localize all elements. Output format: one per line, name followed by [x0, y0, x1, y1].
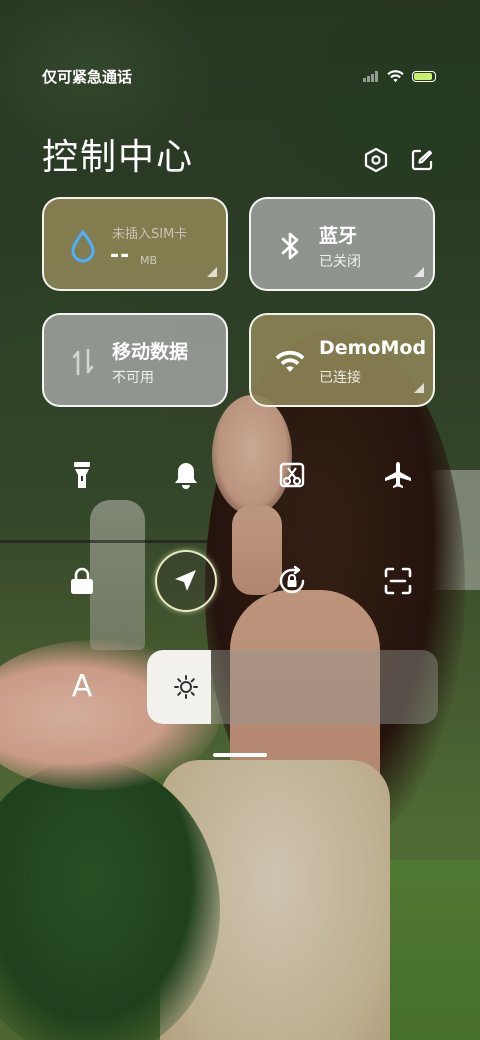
data-usage-unit: MB	[140, 254, 158, 267]
lock-icon	[71, 567, 93, 594]
location-toggle[interactable]	[155, 550, 217, 612]
expand-corner-icon	[414, 267, 424, 277]
flashlight-icon	[74, 462, 90, 488]
location-icon	[175, 570, 196, 591]
mobile-data-title: 移动数据	[112, 341, 189, 363]
edit-button[interactable]	[406, 144, 438, 176]
screenshot-toggle[interactable]	[264, 447, 320, 503]
font-size-label: A	[71, 668, 93, 704]
signal-icon	[363, 70, 379, 82]
wifi-tile[interactable]: DemoMod 已连接	[249, 313, 435, 407]
status-icons	[363, 68, 436, 84]
bluetooth-icon	[273, 227, 307, 265]
status-bar: 仅可紧急通话	[0, 60, 480, 90]
brightness-slider[interactable]	[147, 650, 438, 724]
data-arrows-icon	[66, 343, 100, 381]
font-size-button[interactable]: A	[60, 664, 104, 708]
sim-status-label: 未插入SIM卡	[112, 227, 188, 242]
brightness-fill	[147, 650, 212, 724]
bluetooth-title: 蓝牙	[319, 225, 358, 247]
battery-icon	[412, 70, 436, 82]
page-title: 控制中心	[42, 137, 195, 178]
screen-lock-toggle[interactable]	[54, 553, 110, 609]
mobile-data-status: 不可用	[112, 370, 154, 386]
scan-toggle[interactable]	[370, 553, 426, 609]
scan-icon	[384, 567, 412, 595]
bluetooth-status: 已关闭	[319, 254, 361, 270]
screenshot-icon	[279, 462, 305, 488]
mobile-data-tile[interactable]: 移动数据 不可用	[42, 313, 228, 407]
sun-icon	[174, 675, 198, 699]
battery-fill	[414, 72, 432, 80]
notifications-toggle[interactable]	[158, 447, 214, 503]
airplane-icon	[385, 462, 411, 488]
pull-handle[interactable]	[213, 753, 267, 757]
wifi-status-icon	[387, 69, 404, 82]
airplane-mode-toggle[interactable]	[370, 447, 426, 503]
data-usage-tile[interactable]: 未插入SIM卡 -- MB	[42, 197, 228, 291]
carrier-text: 仅可紧急通话	[42, 68, 133, 86]
expand-corner-icon	[207, 267, 217, 277]
rotation-lock-toggle[interactable]	[264, 553, 320, 609]
data-usage-value: --	[110, 243, 131, 268]
flashlight-toggle[interactable]	[54, 447, 110, 503]
expand-corner-icon	[414, 383, 424, 393]
hexagon-settings-icon	[364, 147, 388, 173]
wifi-network-name: DemoMod	[319, 337, 427, 359]
bell-icon	[175, 463, 197, 489]
edit-icon	[411, 149, 433, 171]
bluetooth-tile[interactable]: 蓝牙 已关闭	[249, 197, 435, 291]
rotation-lock-icon	[279, 565, 305, 594]
wifi-status: 已连接	[319, 370, 361, 386]
settings-button[interactable]	[360, 144, 392, 176]
wifi-icon	[273, 343, 307, 381]
water-drop-icon	[66, 227, 100, 265]
